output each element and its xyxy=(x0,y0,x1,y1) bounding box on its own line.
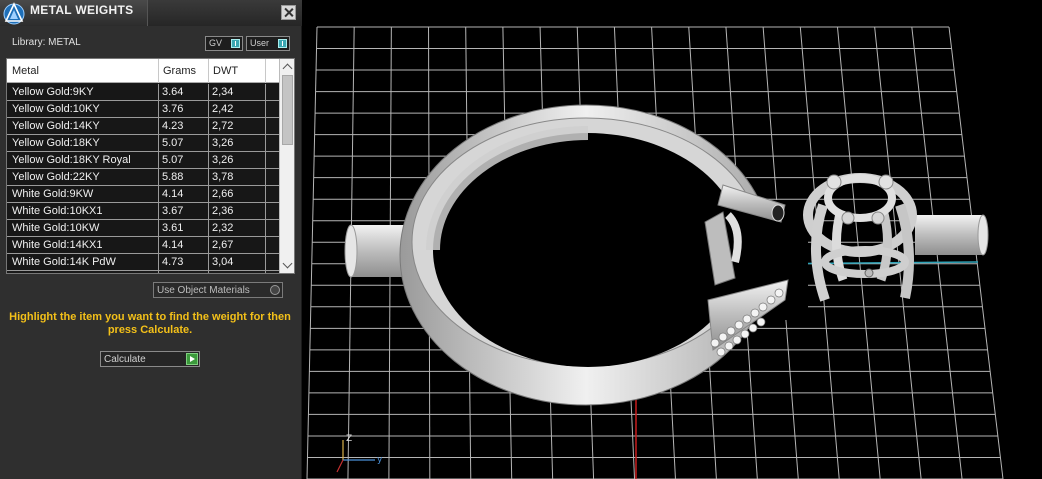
gv-toggle[interactable]: GV xyxy=(205,36,243,51)
metal-weights-table: Metal Grams DWT Yellow Gold:9KY 3.64 2,3… xyxy=(6,58,295,274)
dwt-cell: 3,26 xyxy=(212,154,234,166)
ring-model[interactable] xyxy=(399,104,808,406)
user-toggle-label: User xyxy=(250,38,270,48)
metal-cell: White Gold:10KW xyxy=(12,222,100,234)
checkbox-icon xyxy=(270,285,280,295)
scroll-thumb[interactable] xyxy=(282,75,293,145)
metal-cell: White Gold:10KX1 xyxy=(12,205,103,217)
grams-cell: 5.88 xyxy=(162,171,184,183)
grams-cell: 4.14 xyxy=(162,188,184,200)
dwt-cell: 2,34 xyxy=(212,86,234,98)
column-header-dwt[interactable]: DWT xyxy=(213,65,238,77)
use-object-materials-checkbox[interactable]: Use Object Materials xyxy=(153,282,283,298)
dwt-cell: 3,78 xyxy=(212,171,234,183)
table-header: Metal Grams DWT xyxy=(7,59,279,83)
3d-viewport[interactable]: Z y xyxy=(303,0,1042,479)
table-row[interactable]: Yellow Gold:22KY 5.88 3,78 xyxy=(7,169,279,186)
calculate-button[interactable]: Calculate xyxy=(100,351,200,367)
table-row[interactable]: White Gold:10KX1 3.67 2,36 xyxy=(7,203,279,220)
metal-cell: Yellow Gold:10KY xyxy=(12,103,100,115)
grams-cell: 3.61 xyxy=(162,222,184,234)
dwt-cell: 3,26 xyxy=(212,137,234,149)
grams-cell: 5.07 xyxy=(162,154,184,166)
viewport-scene[interactable]: Z y xyxy=(303,0,1042,479)
column-divider xyxy=(265,84,266,273)
metal-cell: Yellow Gold:14KY xyxy=(12,120,100,132)
title-tab[interactable]: METAL WEIGHTS xyxy=(0,0,148,26)
gv-toggle-label: GV xyxy=(209,38,223,48)
scroll-down-arrow-icon[interactable] xyxy=(280,258,294,272)
table-row[interactable]: Yellow Gold:9KY 3.64 2,34 xyxy=(7,84,279,101)
metal-cell: Yellow Gold:18KY xyxy=(12,137,100,149)
library-label: Library: METAL xyxy=(12,37,81,48)
table-row[interactable]: Yellow Gold:10KY 3.76 2,42 xyxy=(7,101,279,118)
metal-cell: White Gold:14KX1 xyxy=(12,239,103,251)
metal-cell: Yellow Gold:9KY xyxy=(12,86,94,98)
table-row[interactable]: White Gold:9KW 4.14 2,66 xyxy=(7,186,279,203)
metal-cell: Yellow Gold:22KY xyxy=(12,171,100,183)
app-logo-icon xyxy=(3,2,25,25)
toggle-switch-icon xyxy=(278,39,287,48)
grams-cell: 4.73 xyxy=(162,256,184,268)
play-arrow-icon xyxy=(186,353,198,365)
dwt-cell: 2,36 xyxy=(212,205,234,217)
close-icon[interactable] xyxy=(281,5,296,20)
instruction-text: Highlight the item you want to find the … xyxy=(9,311,291,336)
axis-z-label: Z xyxy=(346,434,352,444)
toggle-switch-icon xyxy=(231,39,240,48)
prong-head-model[interactable] xyxy=(803,173,989,302)
metal-weights-panel: METAL WEIGHTS Library: METAL GV User Met… xyxy=(0,0,302,479)
table-scrollbar[interactable] xyxy=(279,59,294,273)
user-toggle[interactable]: User xyxy=(246,36,290,51)
table-row[interactable]: Yellow Gold:18KY 5.07 3,26 xyxy=(7,135,279,152)
table-body: Yellow Gold:9KY 3.64 2,34 Yellow Gold:10… xyxy=(7,84,279,271)
column-divider[interactable] xyxy=(208,59,209,83)
metal-cell: White Gold:9KW xyxy=(12,188,94,200)
metal-cell: White Gold:14K PdW xyxy=(12,256,116,268)
dwt-cell: 2,42 xyxy=(212,103,234,115)
grams-cell: 3.67 xyxy=(162,205,184,217)
grams-cell: 3.76 xyxy=(162,103,184,115)
table-row[interactable]: Yellow Gold:14KY 4.23 2,72 xyxy=(7,118,279,135)
table-row[interactable]: White Gold:14K PdW 4.73 3,04 xyxy=(7,254,279,271)
dwt-cell: 2,32 xyxy=(212,222,234,234)
use-object-materials-label: Use Object Materials xyxy=(157,285,250,296)
dwt-cell: 3,04 xyxy=(212,256,234,268)
grams-cell: 3.64 xyxy=(162,86,184,98)
grams-cell: 4.23 xyxy=(162,120,184,132)
table-row[interactable]: White Gold:14KX1 4.14 2,67 xyxy=(7,237,279,254)
grid-line xyxy=(306,26,318,479)
column-header-metal[interactable]: Metal xyxy=(12,65,39,77)
calculate-label: Calculate xyxy=(104,354,146,365)
column-header-grams[interactable]: Grams xyxy=(163,65,196,77)
axis-triad: Z y xyxy=(336,434,383,473)
column-divider xyxy=(158,84,159,273)
column-divider[interactable] xyxy=(265,59,266,83)
panel-titlebar: METAL WEIGHTS xyxy=(0,0,302,26)
metal-cell: Yellow Gold:18KY Royal xyxy=(12,154,131,166)
table-row[interactable]: Yellow Gold:18KY Royal 5.07 3,26 xyxy=(7,152,279,169)
grams-cell: 4.14 xyxy=(162,239,184,251)
grams-cell: 5.07 xyxy=(162,137,184,149)
panel-title: METAL WEIGHTS xyxy=(30,3,134,17)
dwt-cell: 2,67 xyxy=(212,239,234,251)
column-divider xyxy=(208,84,209,273)
dwt-cell: 2,72 xyxy=(212,120,234,132)
scroll-up-arrow-icon[interactable] xyxy=(280,60,294,74)
axis-y-label: y xyxy=(377,455,383,465)
column-divider[interactable] xyxy=(158,59,159,83)
dwt-cell: 2,66 xyxy=(212,188,234,200)
table-row[interactable]: White Gold:10KW 3.61 2,32 xyxy=(7,220,279,237)
